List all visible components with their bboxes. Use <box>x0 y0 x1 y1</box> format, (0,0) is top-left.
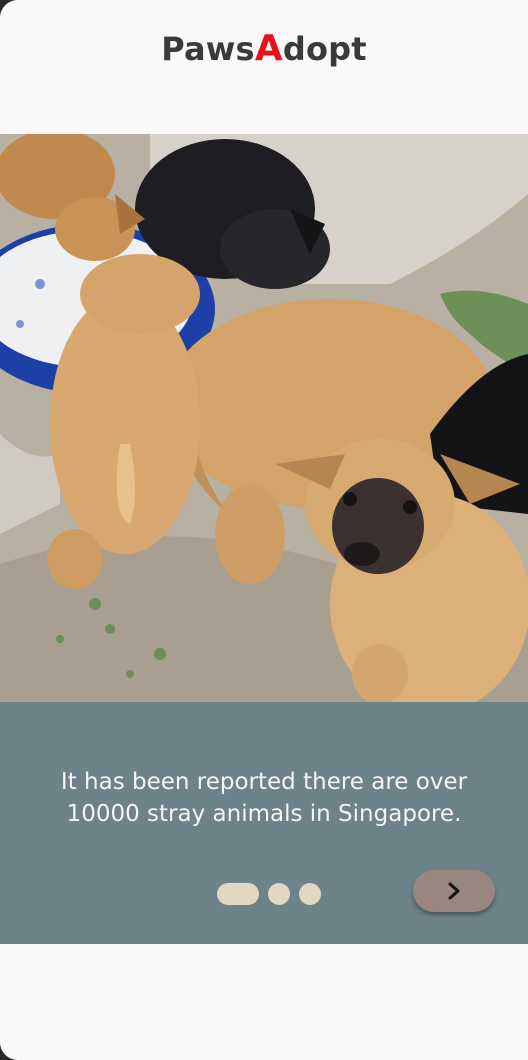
footer-area <box>0 944 528 1060</box>
logo-suffix: dopt <box>282 30 367 68</box>
logo-accent: A <box>254 28 283 69</box>
app-header: Paws Adopt <box>0 0 528 134</box>
onboarding-message: It has been reported there are over 1000… <box>30 766 498 830</box>
onboarding-screen: Paws Adopt It has been reported there ar… <box>0 0 528 1060</box>
pagination-dot[interactable] <box>299 883 321 905</box>
onboarding-panel: It has been reported there are over 1000… <box>0 702 528 944</box>
next-button[interactable] <box>413 870 495 912</box>
message-line-1: It has been reported there are over <box>60 769 468 795</box>
message-line-2: 10000 stray animals in Singapore. <box>66 801 462 827</box>
pagination-dot[interactable] <box>268 883 290 905</box>
pagination-dots <box>217 883 321 905</box>
onboarding-photo <box>0 134 528 702</box>
puppies-illustration <box>0 134 528 702</box>
pagination-dot-active[interactable] <box>217 883 259 905</box>
app-logo: Paws Adopt <box>161 28 367 69</box>
logo-prefix: Paws <box>161 30 255 68</box>
chevron-right-icon <box>448 882 460 900</box>
